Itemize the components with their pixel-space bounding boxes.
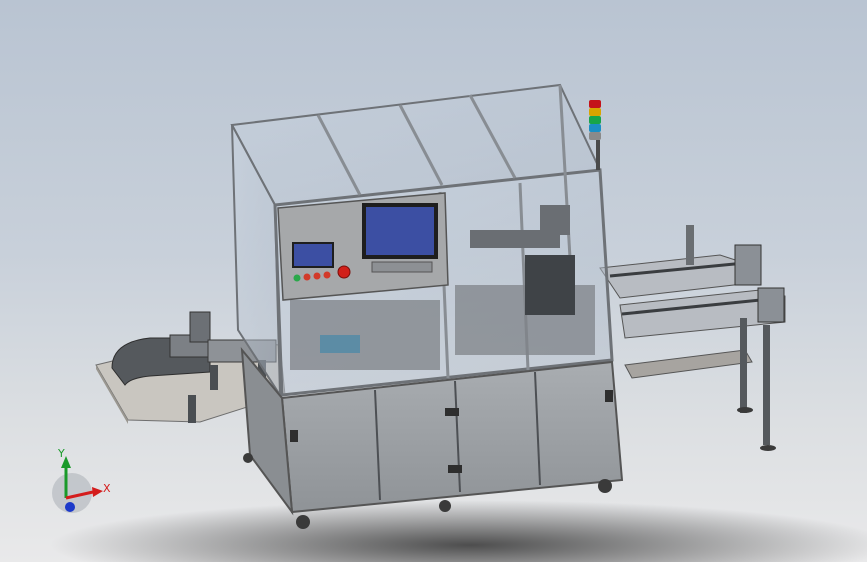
- main-monitor: [362, 203, 438, 259]
- indicator-lamp-3: [313, 272, 321, 280]
- floor-shadow: [50, 500, 867, 562]
- hmi-touchscreen: [292, 242, 334, 268]
- x-axis-label: X: [103, 482, 111, 495]
- emergency-stop-button: [337, 265, 351, 279]
- indicator-lamp-1: [293, 274, 301, 282]
- y-axis-label: Y: [57, 447, 65, 460]
- control-panel: [277, 192, 449, 301]
- outfeed-conveyors: [599, 225, 786, 451]
- machine-model: Y X: [50, 83, 867, 562]
- axis-triad: Y X: [52, 447, 111, 513]
- cad-viewport: Y X: [0, 0, 867, 562]
- indicator-lamp-2: [303, 273, 311, 281]
- indicator-lamp-4: [323, 271, 331, 279]
